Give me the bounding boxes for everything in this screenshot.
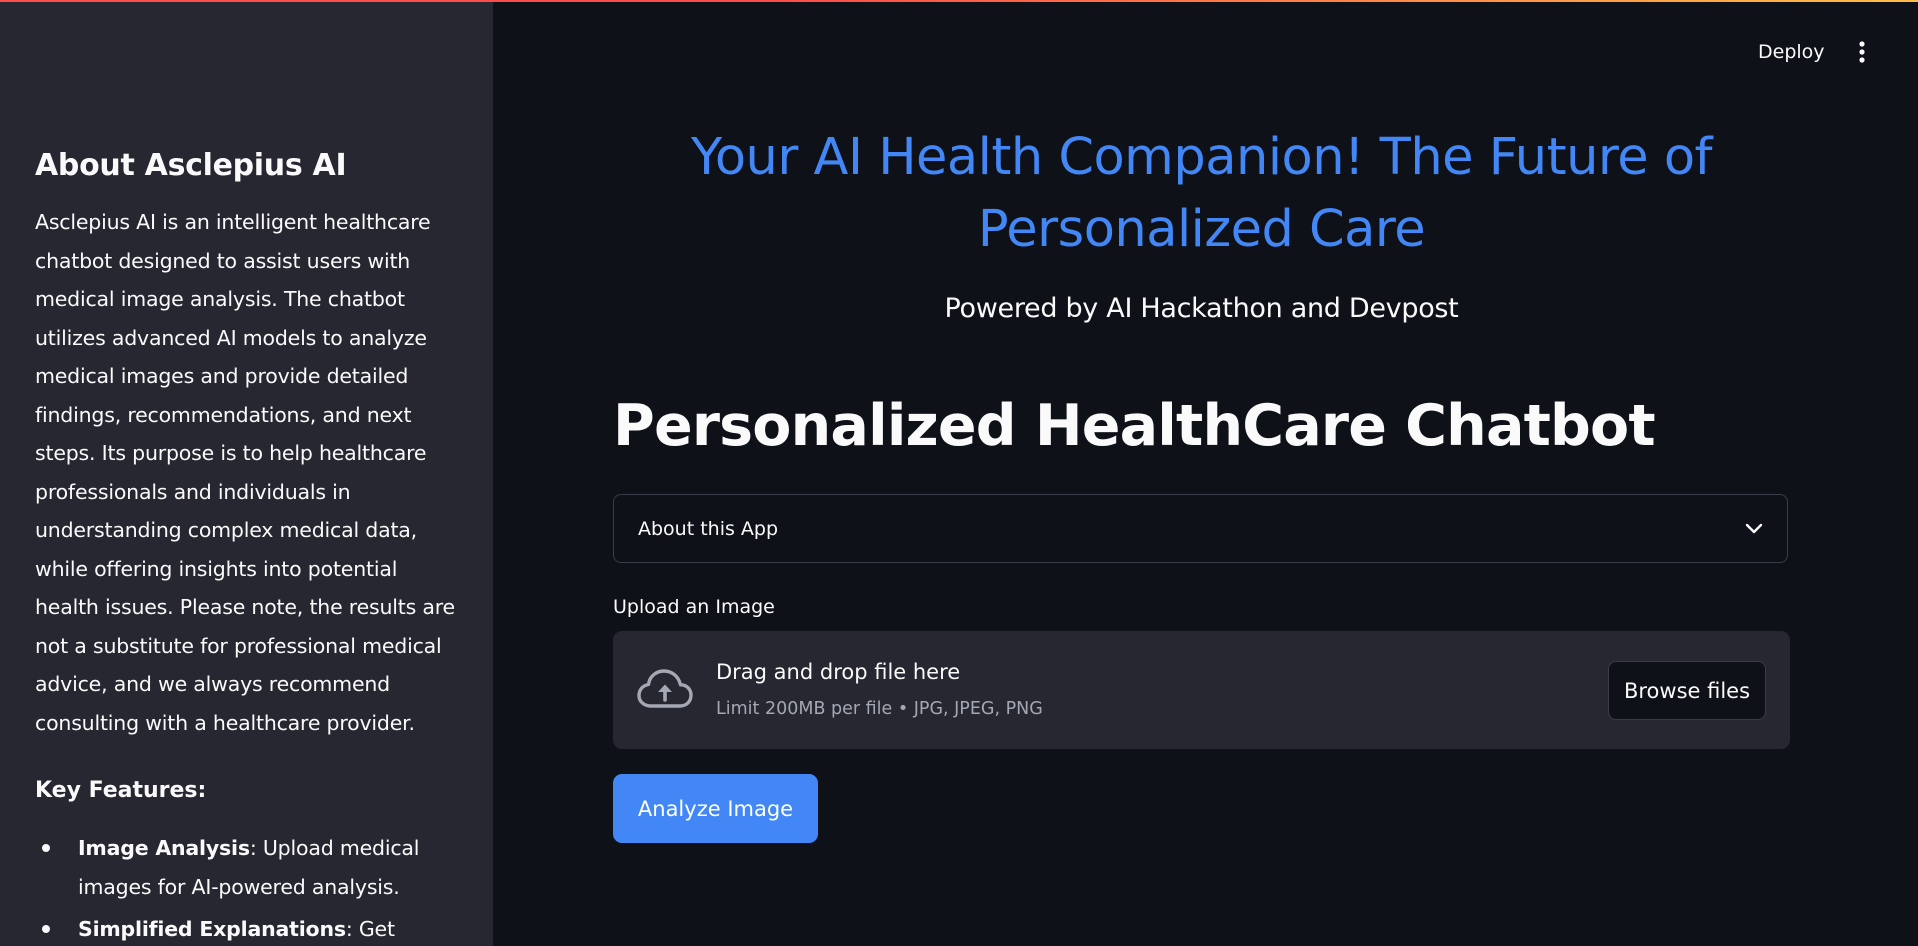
- list-item: Image Analysis: Upload medical images fo…: [35, 829, 455, 906]
- bullet-icon: [42, 844, 50, 852]
- sidebar-description: Asclepius AI is an intelligent healthcar…: [35, 210, 455, 735]
- bullet-icon: [42, 925, 50, 933]
- dropzone-limit-text: Limit 200MB per file • JPG, JPEG, PNG: [716, 699, 1043, 719]
- dropzone-title: Drag and drop file here: [716, 660, 961, 684]
- expander-label: About this App: [638, 517, 779, 540]
- about-app-expander[interactable]: About this App: [613, 494, 1788, 563]
- sidebar-title: About Asclepius AI: [35, 148, 347, 183]
- main-menu-button[interactable]: [1846, 36, 1878, 68]
- features-list: Image Analysis: Upload medical images fo…: [35, 829, 455, 946]
- page-title: Personalized HealthCare Chatbot: [613, 393, 1656, 459]
- sidebar: About Asclepius AI Asclepius AI is an in…: [0, 0, 493, 946]
- sidebar-content: About Asclepius AI Asclepius AI is an in…: [35, 148, 455, 946]
- hero-subtitle: Powered by AI Hackathon and Devpost: [944, 293, 1459, 324]
- vertical-dots-icon: [1859, 41, 1865, 63]
- file-dropzone[interactable]: Drag and drop file here Limit 200MB per …: [613, 631, 1790, 749]
- top-decoration-bar: [0, 0, 1918, 2]
- upload-label: Upload an Image: [613, 596, 775, 618]
- feature-name: Simplified Explanations: [78, 917, 346, 941]
- chevron-down-icon: [1745, 523, 1763, 533]
- list-item: Simplified Explanations: Get easy-to-und…: [35, 910, 455, 946]
- app-root: About Asclepius AI Asclepius AI is an in…: [0, 0, 1918, 946]
- hero-title: Your AI Health Companion! The Future of …: [690, 128, 1713, 259]
- analyze-image-button[interactable]: Analyze Image: [613, 774, 818, 843]
- browse-files-button[interactable]: Browse files: [1608, 661, 1766, 720]
- main-content: Your AI Health Companion! The Future of …: [613, 0, 1790, 946]
- key-features-heading: Key Features:: [35, 778, 207, 803]
- feature-name: Image Analysis: [78, 836, 250, 860]
- cloud-upload-icon: [637, 669, 693, 708]
